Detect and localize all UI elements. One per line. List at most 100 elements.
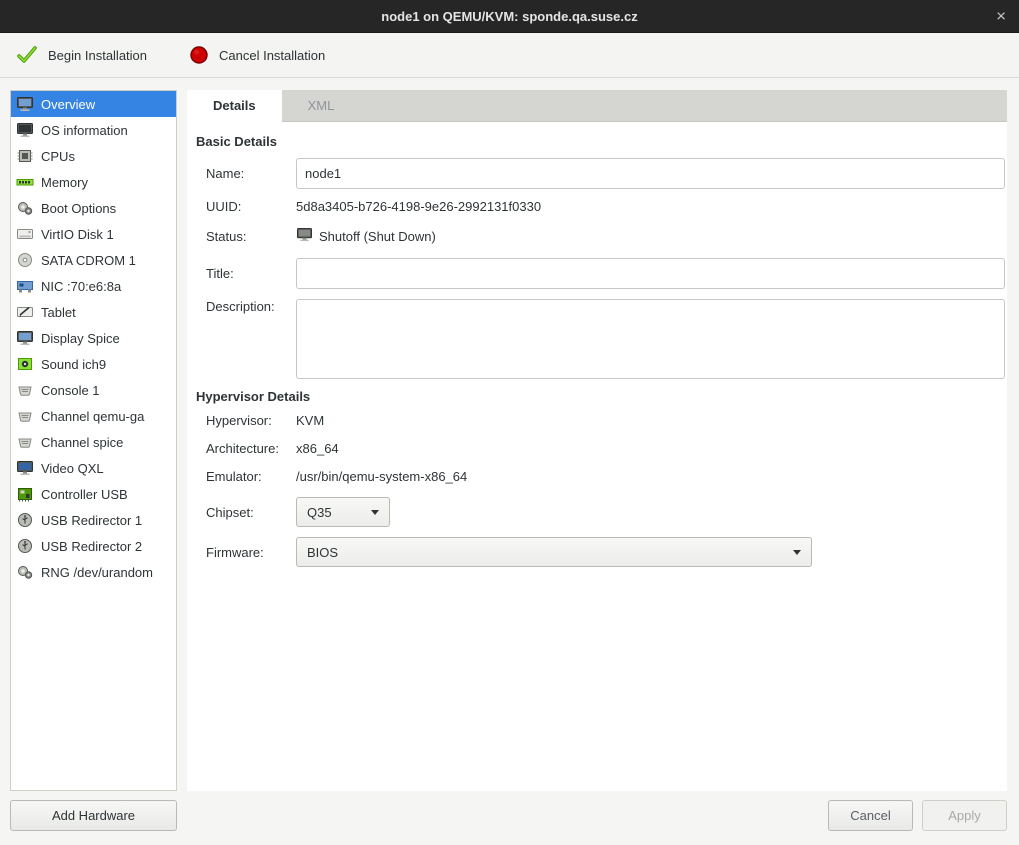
sidebar-item-memory[interactable]: Memory bbox=[11, 169, 176, 195]
emulator-row: Emulator: /usr/bin/qemu-system-x86_64 bbox=[206, 469, 1005, 484]
sidebar-item-label: Tablet bbox=[41, 305, 76, 320]
sidebar-item-label: OS information bbox=[41, 123, 128, 138]
network-card-icon bbox=[16, 278, 34, 294]
optical-disc-icon bbox=[16, 252, 34, 268]
name-input[interactable] bbox=[296, 158, 1005, 189]
serial-port-icon bbox=[16, 382, 34, 398]
cancel-button[interactable]: Cancel bbox=[828, 800, 913, 831]
details-panel: Details XML Basic Details Name: UUID: 5d… bbox=[187, 90, 1007, 791]
hardware-list: Overview OS information CPUs Memory Boot… bbox=[10, 90, 177, 791]
toolbar: Begin Installation Cancel Installation bbox=[0, 33, 1019, 78]
sidebar-item-label: NIC :70:e6:8a bbox=[41, 279, 121, 294]
tabstrip: Details XML bbox=[187, 90, 1007, 122]
architecture-value: x86_64 bbox=[296, 441, 339, 456]
title-label: Title: bbox=[206, 266, 296, 281]
monitor-icon bbox=[296, 227, 313, 245]
sidebar-item-sata-cdrom-1[interactable]: SATA CDROM 1 bbox=[11, 247, 176, 273]
monitor-icon bbox=[16, 330, 34, 346]
description-label: Description: bbox=[206, 299, 296, 314]
sidebar-item-nic[interactable]: NIC :70:e6:8a bbox=[11, 273, 176, 299]
sidebar-item-label: Boot Options bbox=[41, 201, 116, 216]
sidebar-item-label: USB Redirector 1 bbox=[41, 513, 142, 528]
sidebar-item-channel-qemu-ga[interactable]: Channel qemu-ga bbox=[11, 403, 176, 429]
sidebar-item-usb-redirector-2[interactable]: USB Redirector 2 bbox=[11, 533, 176, 559]
sidebar-item-tablet[interactable]: Tablet bbox=[11, 299, 176, 325]
begin-installation-button[interactable]: Begin Installation bbox=[8, 41, 155, 69]
sidebar-item-label: USB Redirector 2 bbox=[41, 539, 142, 554]
sidebar-item-video-qxl[interactable]: Video QXL bbox=[11, 455, 176, 481]
sidebar-item-label: Overview bbox=[41, 97, 95, 112]
stop-circle-icon bbox=[189, 45, 209, 65]
sidebar-item-cpus[interactable]: CPUs bbox=[11, 143, 176, 169]
architecture-label: Architecture: bbox=[206, 441, 296, 456]
footer-actions: Cancel Apply bbox=[828, 800, 1007, 831]
tab-details[interactable]: Details bbox=[187, 90, 282, 121]
sidebar-item-overview[interactable]: Overview bbox=[11, 91, 176, 117]
sidebar-item-label: Channel qemu-ga bbox=[41, 409, 144, 424]
memory-stick-icon bbox=[16, 174, 34, 190]
cpu-chip-icon bbox=[16, 148, 34, 164]
gears-icon bbox=[16, 200, 34, 216]
begin-installation-label: Begin Installation bbox=[48, 48, 147, 63]
sidebar-item-label: Channel spice bbox=[41, 435, 123, 450]
sidebar-item-channel-spice[interactable]: Channel spice bbox=[11, 429, 176, 455]
sidebar-item-display-spice[interactable]: Display Spice bbox=[11, 325, 176, 351]
cancel-installation-button[interactable]: Cancel Installation bbox=[181, 41, 333, 69]
tablet-pen-icon bbox=[16, 304, 34, 320]
sidebar-item-label: RNG /dev/urandom bbox=[41, 565, 153, 580]
checkmark-icon bbox=[16, 45, 38, 65]
close-icon[interactable]: × bbox=[996, 8, 1006, 25]
firmware-dropdown[interactable]: BIOS bbox=[296, 537, 812, 567]
chipset-value: Q35 bbox=[307, 505, 332, 520]
sidebar-item-sound-ich9[interactable]: Sound ich9 bbox=[11, 351, 176, 377]
sidebar-item-rng[interactable]: RNG /dev/urandom bbox=[11, 559, 176, 585]
usb-icon bbox=[16, 538, 34, 554]
monitor-icon bbox=[16, 122, 34, 138]
virt-manager-window: node1 on QEMU/KVM: sponde.qa.suse.cz × B… bbox=[0, 0, 1019, 845]
sound-card-icon bbox=[16, 356, 34, 372]
circuit-board-icon bbox=[16, 486, 34, 502]
sidebar-item-label: VirtIO Disk 1 bbox=[41, 227, 114, 242]
chipset-dropdown[interactable]: Q35 bbox=[296, 497, 390, 527]
firmware-label: Firmware: bbox=[206, 545, 296, 560]
cancel-installation-label: Cancel Installation bbox=[219, 48, 325, 63]
title-row: Title: bbox=[206, 258, 1005, 289]
gears-icon bbox=[16, 564, 34, 580]
uuid-label: UUID: bbox=[206, 199, 296, 214]
sidebar-item-label: Display Spice bbox=[41, 331, 120, 346]
tab-xml[interactable]: XML bbox=[282, 90, 361, 121]
hypervisor-label: Hypervisor: bbox=[206, 413, 296, 428]
sidebar-item-label: Memory bbox=[41, 175, 88, 190]
hypervisor-row: Hypervisor: KVM bbox=[206, 413, 1005, 428]
basic-details-heading: Basic Details bbox=[196, 134, 1005, 149]
title-input[interactable] bbox=[296, 258, 1005, 289]
serial-port-icon bbox=[16, 408, 34, 424]
sidebar-item-usb-redirector-1[interactable]: USB Redirector 1 bbox=[11, 507, 176, 533]
sidebar-item-label: SATA CDROM 1 bbox=[41, 253, 136, 268]
description-row: Description: bbox=[206, 299, 1005, 379]
hard-disk-icon bbox=[16, 226, 34, 242]
monitor-icon bbox=[16, 460, 34, 476]
sidebar-item-label: CPUs bbox=[41, 149, 75, 164]
details-content: Basic Details Name: UUID: 5d8a3405-b726-… bbox=[187, 122, 1007, 790]
sidebar-item-label: Sound ich9 bbox=[41, 357, 106, 372]
add-hardware-button[interactable]: Add Hardware bbox=[10, 800, 177, 831]
chevron-down-icon bbox=[793, 550, 801, 555]
sidebar-item-label: Video QXL bbox=[41, 461, 104, 476]
hypervisor-details-heading: Hypervisor Details bbox=[196, 389, 1005, 404]
description-input[interactable] bbox=[296, 299, 1005, 379]
uuid-value: 5d8a3405-b726-4198-9e26-2992131f0330 bbox=[296, 199, 541, 214]
architecture-row: Architecture: x86_64 bbox=[206, 441, 1005, 456]
status-row: Status: Shutoff (Shut Down) bbox=[206, 227, 1005, 245]
chipset-row: Chipset: Q35 bbox=[206, 497, 1005, 527]
sidebar-item-label: Controller USB bbox=[41, 487, 128, 502]
titlebar[interactable]: node1 on QEMU/KVM: sponde.qa.suse.cz × bbox=[0, 0, 1019, 33]
sidebar-item-virtio-disk-1[interactable]: VirtIO Disk 1 bbox=[11, 221, 176, 247]
sidebar-item-boot-options[interactable]: Boot Options bbox=[11, 195, 176, 221]
status-label: Status: bbox=[206, 229, 296, 244]
apply-button[interactable]: Apply bbox=[922, 800, 1007, 831]
uuid-row: UUID: 5d8a3405-b726-4198-9e26-2992131f03… bbox=[206, 199, 1005, 214]
sidebar-item-os-information[interactable]: OS information bbox=[11, 117, 176, 143]
sidebar-item-controller-usb[interactable]: Controller USB bbox=[11, 481, 176, 507]
sidebar-item-console-1[interactable]: Console 1 bbox=[11, 377, 176, 403]
